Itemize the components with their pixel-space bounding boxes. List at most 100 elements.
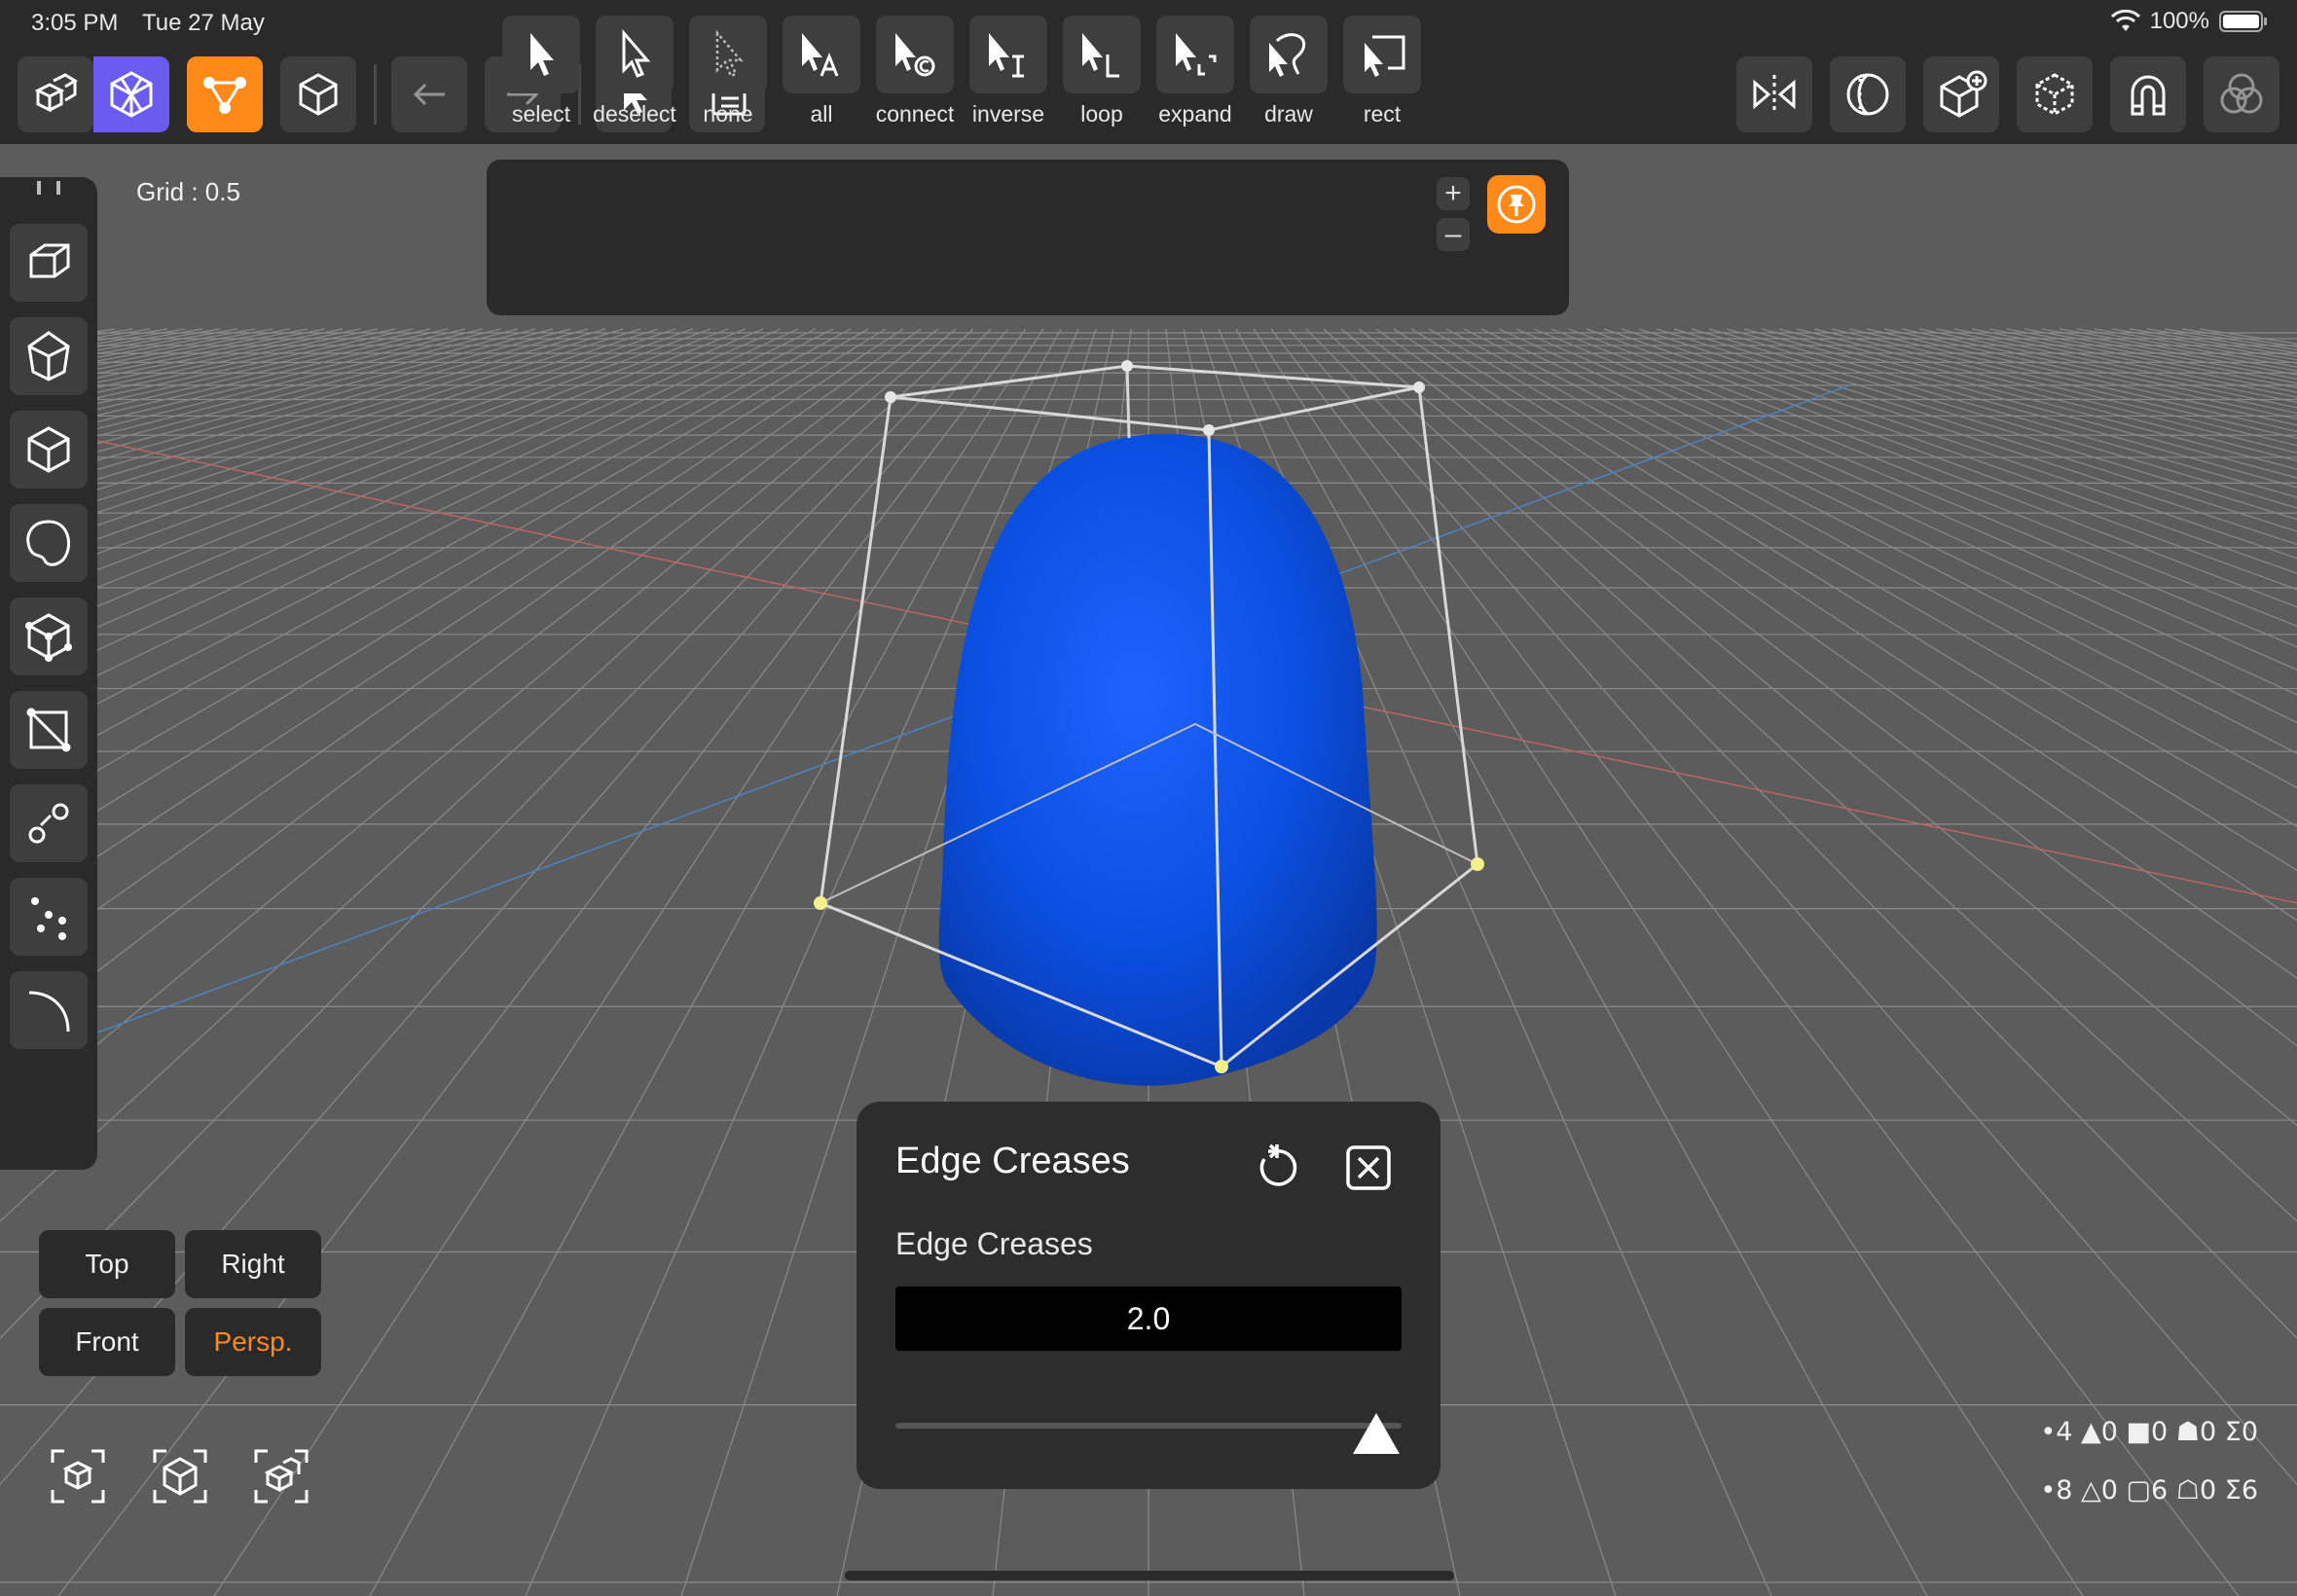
grid-line xyxy=(2094,328,2297,364)
edit-mode-button[interactable] xyxy=(93,56,169,132)
extrude-tool[interactable] xyxy=(10,224,88,302)
select-rect-button[interactable] xyxy=(1343,16,1421,93)
grid-line xyxy=(0,328,711,591)
grid-line xyxy=(1673,328,2297,521)
reset-button[interactable] xyxy=(1248,1139,1306,1197)
battery-percent: 100% xyxy=(2149,8,2209,34)
cube-vertices-icon xyxy=(25,613,72,662)
grid-line xyxy=(1796,328,2297,453)
symmetry-button[interactable] xyxy=(1830,56,1906,132)
field-label: Edge Creases xyxy=(895,1226,1093,1261)
grid-line xyxy=(1480,328,2297,724)
cursor-inverse-icon xyxy=(989,33,1024,78)
grid-line xyxy=(1831,328,2297,439)
add-object-button[interactable] xyxy=(1923,56,1999,132)
magnet-button[interactable] xyxy=(2110,56,2186,132)
curve-tool[interactable] xyxy=(10,971,88,1049)
knife-tool[interactable] xyxy=(10,691,88,769)
focus-selected-button[interactable] xyxy=(146,1442,214,1510)
face-mode-button[interactable] xyxy=(280,56,356,132)
shrink-selection-button[interactable]: – xyxy=(1437,218,1470,251)
cursor-filled-icon xyxy=(530,33,554,76)
undo-icon xyxy=(413,83,445,106)
grid-line xyxy=(1410,328,2297,871)
grid-line xyxy=(0,328,799,696)
grid-line xyxy=(2076,328,2297,368)
grid-line xyxy=(1358,328,2297,1047)
status-bar: 3:05 PM Tue 27 May 100% xyxy=(0,0,2297,47)
crease-slider-thumb[interactable] xyxy=(1351,1411,1402,1461)
grid-line xyxy=(1428,328,2297,827)
status-date: Tue 27 May xyxy=(142,10,265,36)
bevel-tool[interactable] xyxy=(10,317,88,395)
boolean-icon xyxy=(2220,73,2263,114)
boolean-button[interactable] xyxy=(2204,56,2279,132)
inset-tool[interactable] xyxy=(10,411,88,489)
scatter-points-tool[interactable] xyxy=(10,878,88,956)
grid-line xyxy=(2199,328,2297,345)
view-top-button[interactable]: Top xyxy=(39,1230,175,1298)
select-inverse-button[interactable] xyxy=(969,16,1047,93)
cursor-connect-icon xyxy=(895,33,935,77)
cursor-draw-icon xyxy=(1269,33,1306,77)
select-draw-button[interactable] xyxy=(1250,16,1328,93)
deselect-button[interactable] xyxy=(596,16,674,93)
cursor-outline-icon xyxy=(622,28,651,78)
slider-thumb-icon xyxy=(1353,1413,1400,1454)
grid-line xyxy=(2164,328,2297,351)
selection-stats: •4 ▲0 ■0 ☗0 Σ0 xyxy=(2040,1417,2258,1447)
extrude-icon xyxy=(29,243,70,278)
mirror-button[interactable] xyxy=(1736,56,1812,132)
battery-icon xyxy=(2219,11,2267,32)
grid-line xyxy=(1656,328,2297,532)
grid-line xyxy=(0,328,887,871)
select-expand-button[interactable] xyxy=(1156,16,1234,93)
close-button[interactable] xyxy=(1343,1143,1394,1193)
connect-vertices-tool[interactable] xyxy=(10,784,88,862)
grid-line xyxy=(2006,328,2297,384)
reset-icon xyxy=(1259,1143,1297,1186)
crease-slider-track[interactable] xyxy=(895,1423,1402,1429)
grid-line xyxy=(1883,328,2297,420)
grid-line xyxy=(1743,328,2297,479)
view-right-button[interactable]: Right xyxy=(185,1230,321,1298)
smooth-tool[interactable] xyxy=(10,504,88,582)
symmetry-icon xyxy=(1846,73,1889,116)
grid-line xyxy=(1323,328,2297,1222)
pin-panel-button[interactable] xyxy=(1487,175,1546,234)
vertex-icon xyxy=(203,77,246,114)
vertex-mode-button[interactable] xyxy=(187,56,263,132)
crease-value-field[interactable]: 2.0 xyxy=(895,1287,1402,1351)
grid-line xyxy=(0,328,852,789)
grid-size-label: Grid : 0.5 xyxy=(136,177,240,206)
focus-all-button[interactable] xyxy=(44,1442,112,1510)
face-split-icon xyxy=(26,707,71,752)
vertex-cube-tool[interactable] xyxy=(10,598,88,675)
home-indicator xyxy=(845,1571,1454,1580)
select-loop-button[interactable] xyxy=(1063,16,1141,93)
view-front-button[interactable]: Front xyxy=(39,1308,175,1376)
expand-label: expand xyxy=(1158,101,1232,127)
edge-creases-panel: Edge Creases Edge Creases 2.0 xyxy=(857,1102,1440,1489)
grid-line xyxy=(2059,328,2297,372)
drag-handle-icon[interactable] xyxy=(31,181,66,195)
rect-label: rect xyxy=(1363,101,1402,127)
focus-mesh-button[interactable] xyxy=(247,1442,315,1510)
grid-line xyxy=(1953,328,2297,398)
select-connected-button[interactable] xyxy=(876,16,954,93)
mesh-edit-icon xyxy=(110,71,153,118)
close-icon xyxy=(1346,1145,1391,1190)
grow-selection-button[interactable]: + xyxy=(1437,177,1470,210)
wireframe-button[interactable] xyxy=(2017,56,2093,132)
draw-label: draw xyxy=(1264,101,1313,127)
status-right: 100% xyxy=(2110,8,2268,35)
select-all-button[interactable] xyxy=(783,16,860,93)
object-mode-button[interactable] xyxy=(18,56,93,132)
select-none-button[interactable] xyxy=(689,16,767,93)
view-persp-button[interactable]: Persp. xyxy=(185,1308,321,1376)
cursor-all-icon xyxy=(802,33,839,77)
undo-button[interactable] xyxy=(391,56,467,132)
deselect-label: deselect xyxy=(593,101,676,127)
select-button[interactable] xyxy=(502,16,580,93)
loop-label: loop xyxy=(1080,101,1123,127)
